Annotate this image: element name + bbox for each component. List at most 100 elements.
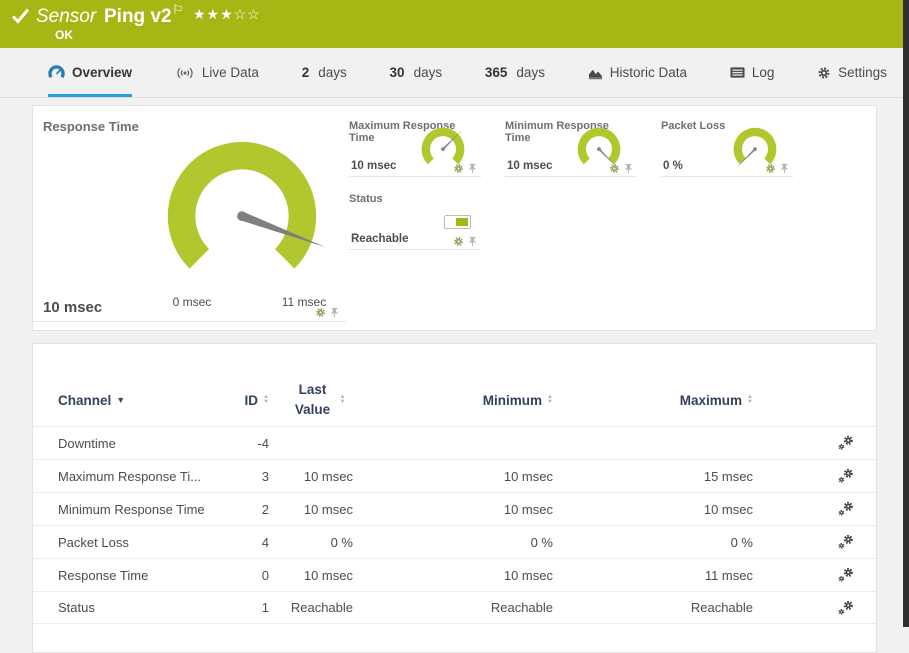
channel-minimum: Reachable	[353, 600, 553, 615]
column-header-last-value[interactable]: Last Value ▲▼	[269, 380, 353, 419]
sensor-header: Sensor Ping v2 ⚐ ★★★☆☆ OK	[0, 0, 909, 48]
mini-gauges: Status Reachable Maximum Response Time 1…	[346, 106, 876, 330]
channel-last-value: Reachable	[269, 600, 353, 615]
tab-label: Log	[752, 65, 775, 80]
table-header-row: Channel ▼ ID ▲▼ Last Value ▲▼ Minimum ▲▼…	[33, 380, 876, 426]
gauge-min-label: 0 msec	[161, 295, 223, 309]
mini-gauge-panel[interactable]: Packet Loss 0 %	[661, 113, 793, 177]
table-row[interactable]: Packet Loss 4 0 % 0 % 0 %	[33, 525, 876, 558]
channel-name[interactable]: Maximum Response Ti...	[58, 469, 208, 484]
mini-gauge-panel[interactable]: Minimum Response Time 10 msec	[505, 113, 637, 177]
mini-gauge-value: 0 %	[663, 160, 683, 172]
mini-gauge-panel[interactable]: Maximum Response Time 10 msec	[349, 113, 481, 177]
table-row[interactable]: Downtime -4	[33, 426, 876, 459]
tab-label: days	[414, 65, 443, 80]
column-header-channel[interactable]: Channel ▼	[58, 393, 208, 408]
channel-id: -4	[208, 436, 269, 451]
mini-gauge-value: 10 msec	[351, 160, 396, 172]
column-header-minimum[interactable]: Minimum ▲▼	[353, 393, 553, 408]
sort-icon: ▲▼	[340, 395, 346, 405]
live-signal-icon	[175, 66, 195, 80]
table-row[interactable]: Status 1 Reachable Reachable Reachable	[33, 591, 876, 624]
sensor-status-badge: OK	[55, 28, 73, 42]
channel-minimum: 10 msec	[353, 469, 553, 484]
status-panel-value: Reachable	[351, 233, 409, 245]
status-channel-panel[interactable]: Status Reachable	[349, 186, 481, 250]
tab-live-data[interactable]: Live Data	[175, 48, 259, 97]
tab-365-days[interactable]: 365 days	[485, 48, 545, 97]
channel-settings-icon[interactable]	[837, 468, 854, 484]
channel-table-body: Downtime -4 Maximum Response Ti... 3 10 …	[33, 426, 876, 624]
tab-label: Live Data	[202, 65, 259, 80]
tab-overview[interactable]: Overview	[48, 48, 132, 97]
channel-settings-icon[interactable]	[837, 600, 854, 616]
gear-icon[interactable]	[453, 163, 464, 174]
tab-label: Overview	[72, 65, 132, 80]
gear-icon[interactable]	[315, 307, 326, 318]
status-panel-title: Status	[349, 186, 481, 205]
column-header-id[interactable]: ID ▲▼	[208, 393, 269, 408]
right-edge-panel	[903, 0, 909, 627]
gear-icon[interactable]	[453, 236, 464, 247]
response-time-gauge	[136, 126, 348, 285]
log-list-icon	[730, 66, 745, 79]
channel-settings-icon[interactable]	[837, 435, 854, 451]
overview-gauges-card: Response Time 0 msec 11 msec 10 msec Sta…	[32, 105, 877, 331]
tab-bar: Overview Live Data 2 days 30 days 365 da…	[0, 48, 903, 98]
channel-settings-icon[interactable]	[837, 534, 854, 550]
tab-30-days[interactable]: 30 days	[390, 48, 443, 97]
tab-2-days[interactable]: 2 days	[302, 48, 347, 97]
pin-icon[interactable]	[623, 163, 634, 174]
priority-stars[interactable]: ★★★☆☆	[193, 6, 261, 23]
sensor-title: Ping v2	[104, 6, 172, 28]
tab-label: days	[516, 65, 545, 80]
channel-last-value: 10 msec	[269, 469, 353, 484]
channel-id: 2	[208, 502, 269, 517]
table-row[interactable]: Minimum Response Time 2 10 msec 10 msec …	[33, 492, 876, 525]
channel-minimum: 10 msec	[353, 502, 553, 517]
gear-icon[interactable]	[609, 163, 620, 174]
channel-last-value: 0 %	[269, 535, 353, 550]
table-row[interactable]: Maximum Response Ti... 3 10 msec 10 msec…	[33, 459, 876, 492]
channel-last-value: 10 msec	[269, 502, 353, 517]
pin-icon[interactable]	[467, 236, 478, 247]
response-time-panel[interactable]: Response Time 0 msec 11 msec 10 msec	[33, 106, 346, 322]
pin-icon[interactable]	[329, 307, 340, 318]
area-chart-icon	[588, 66, 603, 80]
main-gauge-value: 10 msec	[43, 299, 102, 316]
channel-last-value: 10 msec	[269, 568, 353, 583]
tab-settings[interactable]: Settings	[817, 48, 887, 97]
settings-gear-icon	[817, 66, 831, 80]
tab-log[interactable]: Log	[730, 48, 775, 97]
channels-table-card: Channel ▼ ID ▲▼ Last Value ▲▼ Minimum ▲▼…	[32, 343, 877, 653]
status-check-icon	[11, 8, 30, 24]
channel-settings-icon[interactable]	[837, 567, 854, 583]
tab-historic-data[interactable]: Historic Data	[588, 48, 687, 97]
table-row[interactable]: Response Time 0 10 msec 10 msec 11 msec	[33, 558, 876, 591]
gauge-icon	[48, 65, 65, 80]
channel-settings-icon[interactable]	[837, 501, 854, 517]
status-toggle-knob	[456, 218, 468, 226]
tab-label: days	[318, 65, 347, 80]
channel-maximum: 11 msec	[553, 568, 753, 583]
tab-label: Settings	[838, 65, 887, 80]
channel-name[interactable]: Packet Loss	[58, 535, 208, 550]
column-header-maximum[interactable]: Maximum ▲▼	[553, 393, 753, 408]
channel-name[interactable]: Minimum Response Time	[58, 502, 208, 517]
status-toggle-indicator[interactable]	[444, 215, 471, 229]
channel-maximum: 10 msec	[553, 502, 753, 517]
sort-icon: ▲▼	[747, 395, 753, 405]
channel-name[interactable]: Downtime	[58, 436, 208, 451]
channel-minimum: 0 %	[353, 535, 553, 550]
flag-icon[interactable]: ⚐	[172, 2, 184, 18]
gear-icon[interactable]	[765, 163, 776, 174]
channel-name[interactable]: Response Time	[58, 568, 208, 583]
channel-maximum: 0 %	[553, 535, 753, 550]
mini-gauge-value: 10 msec	[507, 160, 552, 172]
pin-icon[interactable]	[779, 163, 790, 174]
channel-maximum: 15 msec	[553, 469, 753, 484]
sort-desc-icon: ▼	[116, 395, 125, 405]
channel-name[interactable]: Status	[58, 600, 208, 615]
tab-label: Historic Data	[610, 65, 687, 80]
pin-icon[interactable]	[467, 163, 478, 174]
